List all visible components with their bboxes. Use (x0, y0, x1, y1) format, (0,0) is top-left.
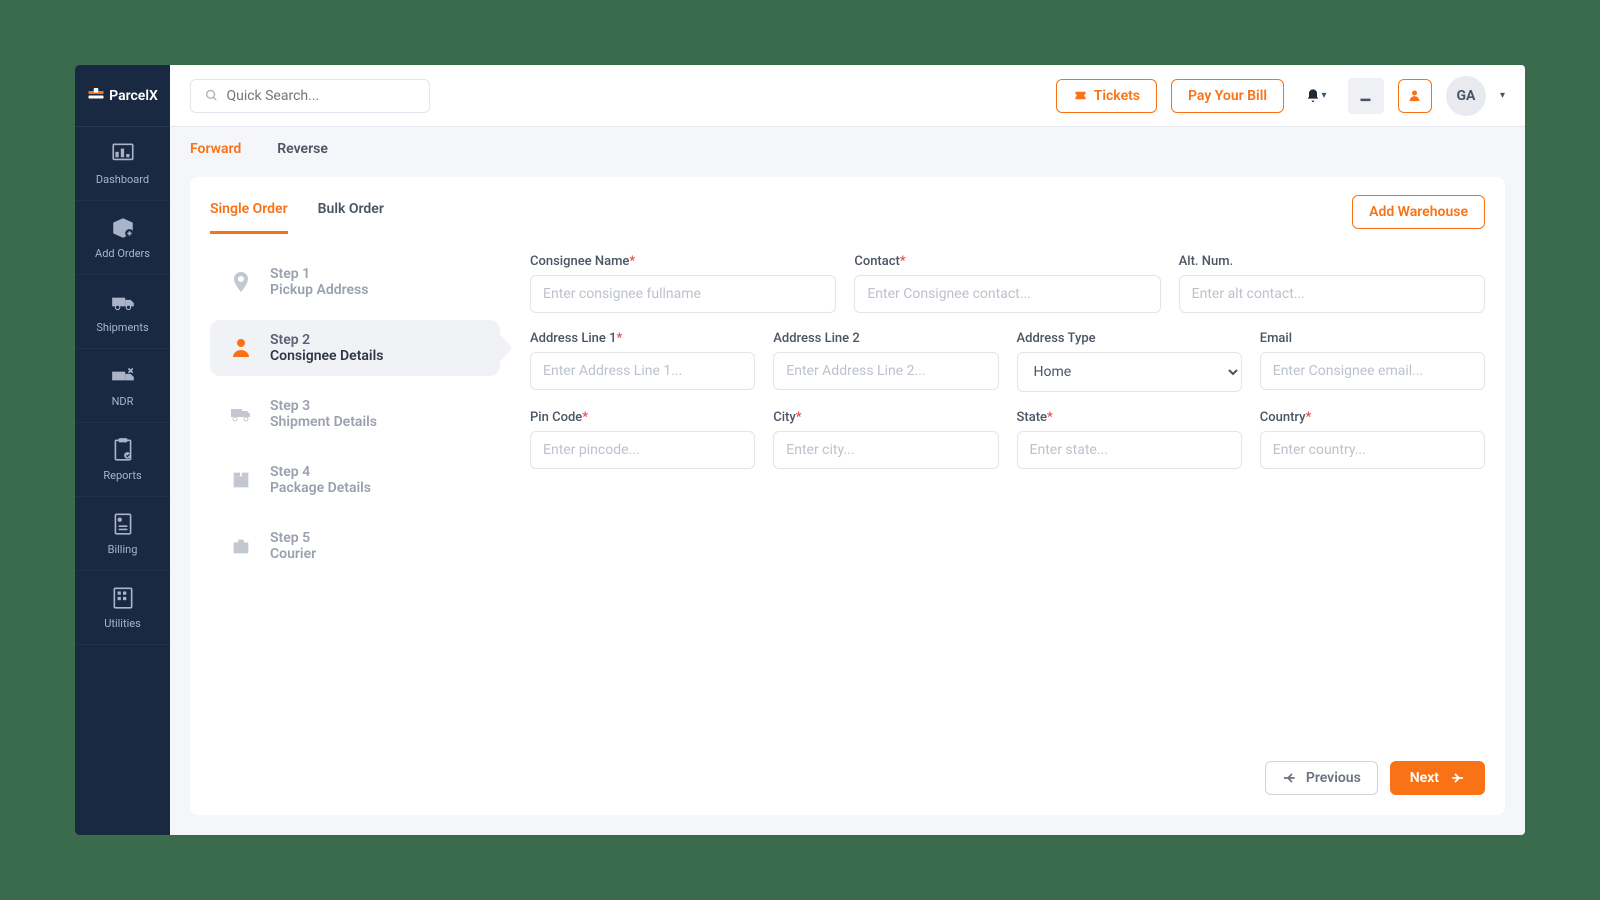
topbar: Tickets Pay Your Bill ▾ GA ▾ (170, 65, 1525, 127)
field-state: State* (1017, 410, 1242, 469)
search-icon (205, 88, 218, 103)
arrow-left-icon (1282, 770, 1298, 786)
previous-button[interactable]: Previous (1265, 761, 1378, 795)
avatar-menu-caret[interactable]: ▾ (1500, 90, 1505, 101)
package-icon (226, 465, 256, 495)
person-icon (226, 333, 256, 363)
state-input[interactable] (1017, 431, 1242, 469)
truck-icon (226, 399, 256, 429)
location-pin-icon (226, 267, 256, 297)
pin-code-input[interactable] (530, 431, 755, 469)
profile-button[interactable] (1398, 79, 1432, 113)
download-icon (1358, 88, 1373, 103)
reports-icon (109, 437, 137, 463)
ndr-icon (109, 363, 137, 389)
card-footer: Previous Next (210, 749, 1485, 795)
shipments-icon (109, 289, 137, 315)
field-country: Country* (1260, 410, 1485, 469)
sidebar-item-ndr[interactable]: NDR (75, 349, 170, 423)
download-button[interactable] (1348, 78, 1384, 114)
quick-search[interactable] (190, 79, 430, 113)
tickets-button[interactable]: Tickets (1056, 79, 1157, 113)
main: Tickets Pay Your Bill ▾ GA ▾ Forward Rev… (170, 65, 1525, 835)
bell-icon (1305, 88, 1321, 104)
contact-input[interactable] (854, 275, 1160, 313)
content: Single Order Bulk Order Add Warehouse St… (170, 167, 1525, 835)
avatar[interactable]: GA (1446, 76, 1486, 116)
order-card: Single Order Bulk Order Add Warehouse St… (190, 177, 1505, 815)
address-type-select[interactable]: Home (1017, 352, 1242, 392)
tab-single-order[interactable]: Single Order (210, 195, 288, 234)
briefcase-icon (226, 531, 256, 561)
parcel-logo-icon (87, 86, 105, 106)
address-line-1-input[interactable] (530, 352, 755, 390)
field-email: Email (1260, 331, 1485, 392)
pay-bill-button[interactable]: Pay Your Bill (1171, 79, 1284, 113)
field-city: City* (773, 410, 998, 469)
tab-bulk-order[interactable]: Bulk Order (318, 195, 384, 234)
tab-forward[interactable]: Forward (190, 141, 241, 157)
field-address-line-2: Address Line 2 (773, 331, 998, 392)
city-input[interactable] (773, 431, 998, 469)
step-consignee-details[interactable]: Step 2Consignee Details (210, 320, 500, 376)
wizard-steps: Step 1Pickup Address Step 2Consignee Det… (210, 254, 500, 749)
add-warehouse-button[interactable]: Add Warehouse (1352, 195, 1485, 229)
direction-tabs: Forward Reverse (170, 127, 1525, 167)
chevron-down-icon: ▾ (1321, 90, 1326, 101)
alt-num-input[interactable] (1179, 275, 1485, 313)
app-root: ParcelX Dashboard Add Orders Shipments N… (75, 65, 1525, 835)
country-input[interactable] (1260, 431, 1485, 469)
step-package-details[interactable]: Step 4Package Details (210, 452, 500, 508)
address-line-2-input[interactable] (773, 352, 998, 390)
sidebar-item-add-orders[interactable]: Add Orders (75, 201, 170, 275)
step-pickup-address[interactable]: Step 1Pickup Address (210, 254, 500, 310)
field-contact: Contact* (854, 254, 1160, 313)
field-alt-num: Alt. Num. (1179, 254, 1485, 313)
arrow-right-icon (1449, 770, 1465, 786)
sidebar-item-reports[interactable]: Reports (75, 423, 170, 497)
dashboard-icon (109, 141, 137, 167)
user-icon (1407, 88, 1422, 103)
order-tabs: Single Order Bulk Order (210, 195, 384, 234)
utilities-icon (109, 585, 137, 611)
brand-name: ParcelX (109, 88, 158, 104)
brand-logo[interactable]: ParcelX (75, 65, 170, 127)
next-button[interactable]: Next (1390, 761, 1485, 795)
billing-icon (109, 511, 137, 537)
tab-reverse[interactable]: Reverse (277, 141, 328, 157)
search-input[interactable] (226, 88, 415, 104)
card-body: Step 1Pickup Address Step 2Consignee Det… (210, 234, 1485, 749)
sidebar: ParcelX Dashboard Add Orders Shipments N… (75, 65, 170, 835)
notifications-button[interactable]: ▾ (1298, 78, 1334, 114)
sidebar-item-dashboard[interactable]: Dashboard (75, 127, 170, 201)
consignee-form: Consignee Name* Contact* Alt. Num. (530, 254, 1485, 749)
field-consignee-name: Consignee Name* (530, 254, 836, 313)
step-shipment-details[interactable]: Step 3Shipment Details (210, 386, 500, 442)
consignee-name-input[interactable] (530, 275, 836, 313)
email-input[interactable] (1260, 352, 1485, 390)
field-pin-code: Pin Code* (530, 410, 755, 469)
card-header: Single Order Bulk Order Add Warehouse (210, 195, 1485, 234)
field-address-line-1: Address Line 1* (530, 331, 755, 392)
step-courier[interactable]: Step 5Courier (210, 518, 500, 574)
sidebar-item-utilities[interactable]: Utilities (75, 571, 170, 645)
sidebar-item-billing[interactable]: Billing (75, 497, 170, 571)
ticket-icon (1073, 88, 1088, 103)
field-address-type: Address Type Home (1017, 331, 1242, 392)
add-orders-icon (109, 215, 137, 241)
sidebar-item-shipments[interactable]: Shipments (75, 275, 170, 349)
